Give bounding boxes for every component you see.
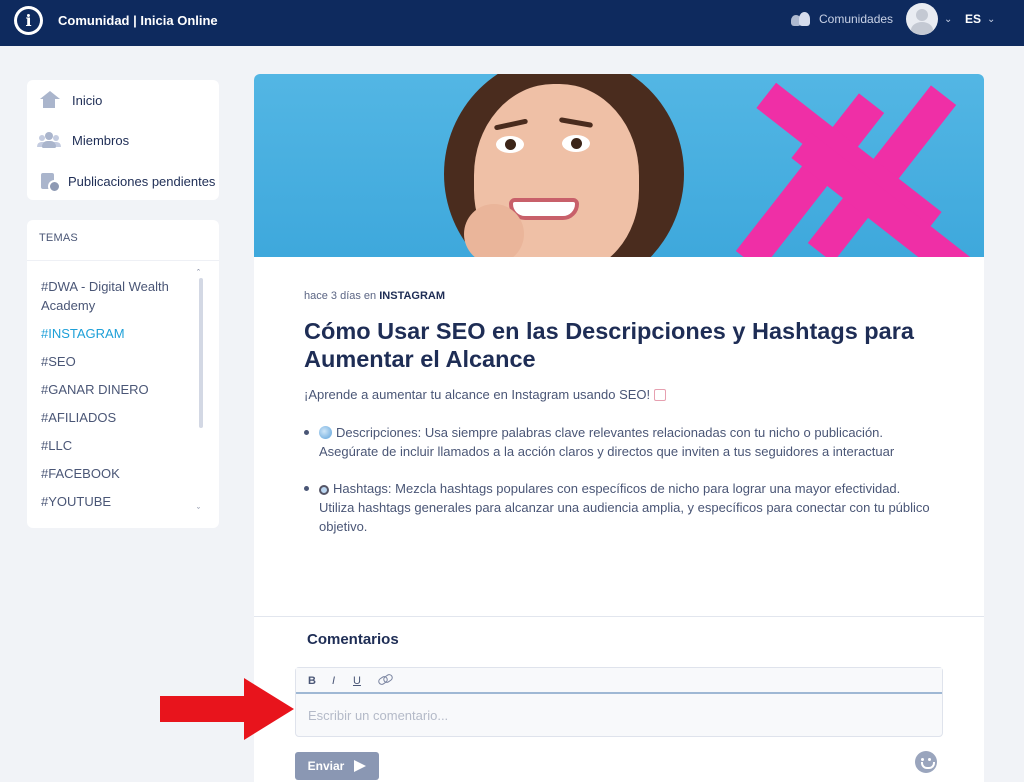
chevron-down-icon[interactable]: ⌄ — [944, 14, 952, 25]
list-item: Descripciones: Usa siempre palabras clav… — [304, 423, 939, 461]
topic-link[interactable]: #LLC — [41, 436, 191, 455]
post-time: hace 3 días en — [304, 290, 380, 302]
communities-link[interactable]: Comunidades — [791, 12, 893, 26]
scroll-down-icon[interactable]: ˇ — [197, 506, 200, 516]
post-title: Cómo Usar SEO en las Descripciones y Has… — [304, 318, 914, 372]
post-card: hace 3 días en INSTAGRAM Cómo Usar SEO e… — [254, 74, 984, 782]
divider — [254, 616, 984, 617]
send-arrow-icon — [354, 760, 367, 772]
topic-link[interactable]: #YOUTUBE — [41, 492, 191, 511]
send-comment-button[interactable]: Enviar — [295, 752, 379, 780]
communities-icon — [791, 12, 810, 26]
topic-link[interactable]: #FACEBOOK — [41, 464, 191, 483]
topic-link[interactable]: #DWA - Digital Wealth Academy — [41, 277, 191, 315]
user-avatar[interactable] — [906, 3, 938, 35]
post-intro-text: ¡Aprende a aumentar tu alcance en Instag… — [304, 387, 651, 402]
send-button-label: Enviar — [307, 759, 345, 773]
pending-posts-icon — [39, 172, 61, 193]
editor-toolbar: B I U — [296, 668, 942, 694]
topic-link[interactable]: #SEO — [41, 352, 191, 371]
divider — [27, 260, 219, 261]
brand-title[interactable]: Comunidad | Inicia Online — [58, 13, 218, 28]
home-icon — [39, 91, 60, 109]
topics-scrollbar[interactable] — [199, 278, 203, 428]
communities-label: Comunidades — [819, 12, 894, 26]
bullet-text: Hashtags: Mezcla hashtags populares con … — [319, 481, 930, 534]
globe-emoji-icon — [319, 426, 332, 439]
post-category-link[interactable]: INSTAGRAM — [379, 290, 445, 302]
topic-link[interactable]: #AFILIADOS — [41, 408, 191, 427]
post-hero-image — [254, 74, 984, 257]
post-bullet-list: Descripciones: Usa siempre palabras clav… — [304, 423, 939, 554]
scroll-up-icon[interactable]: ˆ — [197, 268, 200, 278]
sidebar-item-publicaciones-pendientes[interactable]: Publicaciones pendientes — [39, 172, 229, 193]
underline-button[interactable]: U — [353, 675, 361, 687]
sidebar-item-miembros[interactable]: Miembros — [39, 131, 229, 149]
italic-button[interactable]: I — [332, 675, 335, 687]
sidebar-item-label: Publicaciones pendientes — [68, 173, 216, 189]
comment-input[interactable] — [308, 708, 928, 723]
sidebar-item-inicio[interactable]: Inicio — [39, 91, 229, 109]
comment-editor: B I U — [295, 667, 943, 737]
bullet-text: Descripciones: Usa siempre palabras clav… — [319, 425, 895, 459]
info-logo-icon[interactable]: i — [14, 6, 43, 35]
magnifier-emoji-icon — [319, 485, 329, 495]
topic-link[interactable]: #GANAR DINERO — [41, 380, 191, 399]
topics-heading: TEMAS — [39, 232, 78, 244]
top-navigation-bar: i Comunidad | Inicia Online Comunidades … — [0, 0, 1024, 46]
chart-emoji-icon — [653, 389, 666, 401]
topic-link-active[interactable]: #INSTAGRAM — [41, 324, 191, 343]
sidebar-item-label: Inicio — [72, 92, 103, 108]
sidebar-item-label: Miembros — [72, 132, 130, 148]
chevron-down-icon[interactable]: ⌄ — [987, 14, 995, 25]
list-item: Hashtags: Mezcla hashtags populares con … — [304, 479, 939, 536]
bold-button[interactable]: B — [308, 675, 316, 687]
topics-card: TEMAS #DWA - Digital Wealth Academy #INS… — [27, 220, 219, 528]
post-intro: ¡Aprende a aumentar tu alcance en Instag… — [304, 387, 670, 402]
link-icon[interactable] — [378, 675, 392, 685]
comments-heading: Comentarios — [307, 631, 399, 648]
users-icon — [39, 131, 59, 149]
sidebar-nav-card: Inicio Miembros Publicaciones pendientes — [27, 80, 219, 200]
emoji-picker-icon[interactable] — [915, 751, 937, 773]
annotation-arrow-icon — [160, 678, 294, 740]
post-meta: hace 3 días en INSTAGRAM — [304, 290, 445, 302]
language-selector[interactable]: ES — [965, 12, 981, 26]
